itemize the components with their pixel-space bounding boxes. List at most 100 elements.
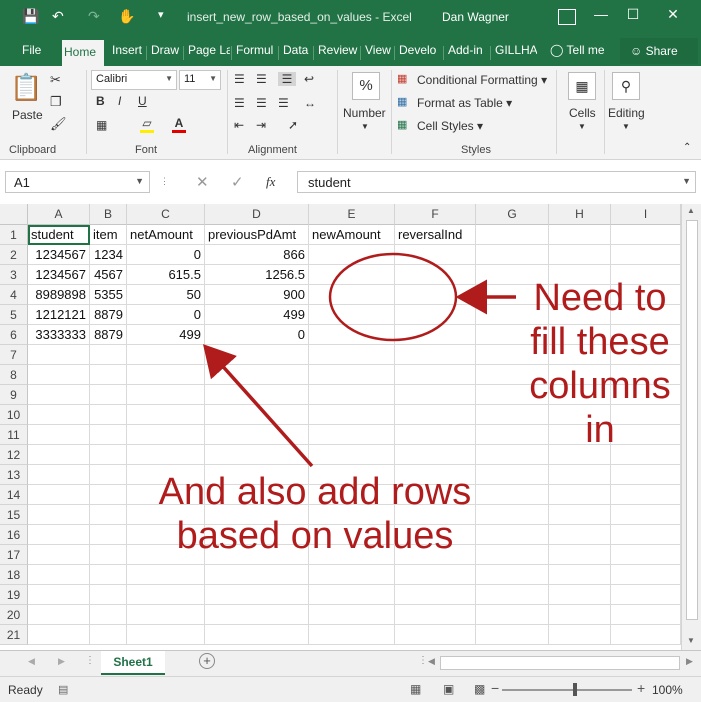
number-button[interactable]: Number — [343, 106, 386, 120]
page-break-view-icon[interactable]: ▩ — [474, 682, 485, 696]
cell-d13[interactable] — [205, 465, 309, 485]
cell-c13[interactable] — [127, 465, 205, 485]
chevron-down-icon[interactable]: ▼ — [165, 74, 173, 83]
cell-e15[interactable] — [309, 505, 395, 525]
cell-i8[interactable] — [611, 365, 681, 385]
cell-c11[interactable] — [127, 425, 205, 445]
cell-h11[interactable] — [549, 425, 611, 445]
row-header-16[interactable]: 16 — [0, 525, 28, 545]
expand-formula-bar-icon[interactable]: ▼ — [682, 176, 691, 186]
cell-e16[interactable] — [309, 525, 395, 545]
cell-h14[interactable] — [549, 485, 611, 505]
scroll-down-icon[interactable]: ▼ — [687, 636, 695, 645]
cell-h1[interactable] — [549, 225, 611, 245]
wrap-text-icon[interactable]: ↩ — [304, 72, 314, 86]
cell-h5[interactable] — [549, 305, 611, 325]
cell-a16[interactable] — [28, 525, 90, 545]
chevron-down-icon[interactable]: ▼ — [578, 122, 586, 131]
worksheet-grid[interactable]: ABCDEFGHI 1 2 3 4 5 6 7 8 9 10 11 12 13 14 15 16 17 18 19 2… — [0, 204, 701, 650]
cell-h7[interactable] — [549, 345, 611, 365]
cell-e7[interactable] — [309, 345, 395, 365]
cell-d9[interactable] — [205, 385, 309, 405]
row-header-18[interactable]: 18 — [0, 565, 28, 585]
cell-f5[interactable] — [395, 305, 476, 325]
cell-f16[interactable] — [395, 525, 476, 545]
number-format-icon[interactable]: % — [352, 72, 380, 100]
cell-a21[interactable] — [28, 625, 90, 645]
sheet-tab-sheet1[interactable]: Sheet1 — [101, 651, 165, 675]
column-header-a[interactable]: A — [28, 204, 90, 225]
cell-styles-icon[interactable]: ▦ — [397, 118, 407, 131]
row-header-20[interactable]: 20 — [0, 605, 28, 625]
chevron-down-icon[interactable]: ▼ — [622, 122, 630, 131]
maximize-icon[interactable]: ☐ — [622, 6, 644, 26]
scroll-up-icon[interactable]: ▲ — [687, 206, 695, 215]
font-color-icon[interactable]: A — [172, 116, 186, 133]
align-left-icon[interactable]: ☰ — [234, 96, 245, 110]
name-box[interactable]: A1 ▼ — [5, 171, 150, 193]
save-icon[interactable]: 💾 — [22, 8, 39, 25]
cell-g4[interactable] — [476, 285, 549, 305]
cell-i12[interactable] — [611, 445, 681, 465]
cell-g13[interactable] — [476, 465, 549, 485]
cell-b14[interactable] — [90, 485, 127, 505]
align-right-icon[interactable]: ☰ — [278, 96, 289, 110]
cell-g21[interactable] — [476, 625, 549, 645]
formula-input[interactable]: student ▼ — [297, 171, 696, 193]
paste-button[interactable]: Paste — [12, 108, 43, 122]
cell-c20[interactable] — [127, 605, 205, 625]
align-middle-icon[interactable]: ☰ — [256, 72, 267, 86]
row-header-10[interactable]: 10 — [0, 405, 28, 425]
fill-color-icon[interactable]: ▱ — [140, 116, 154, 133]
cell-h12[interactable] — [549, 445, 611, 465]
search-icon[interactable]: ⚲ — [612, 72, 640, 100]
row-header-6[interactable]: 6 — [0, 325, 28, 345]
cell-e20[interactable] — [309, 605, 395, 625]
cell-b15[interactable] — [90, 505, 127, 525]
cell-i3[interactable] — [611, 265, 681, 285]
zoom-level[interactable]: 100% — [652, 683, 683, 697]
cell-b17[interactable] — [90, 545, 127, 565]
scroll-left-icon[interactable]: ◀ — [428, 656, 435, 667]
page-layout-view-icon[interactable]: ▣ — [443, 682, 454, 696]
ribbon-display-options-icon[interactable] — [558, 9, 576, 25]
cell-d5[interactable]: 499 — [205, 305, 309, 325]
cell-h21[interactable] — [549, 625, 611, 645]
cell-b21[interactable] — [90, 625, 127, 645]
cell-c19[interactable] — [127, 585, 205, 605]
row-header-21[interactable]: 21 — [0, 625, 28, 645]
align-bottom-icon[interactable]: ☰ — [278, 72, 296, 86]
orientation-icon[interactable]: ➚ — [288, 118, 298, 132]
align-center-icon[interactable]: ☰ — [256, 96, 267, 110]
cell-a6[interactable]: 3333333 — [28, 325, 90, 345]
row-header-5[interactable]: 5 — [0, 305, 28, 325]
cell-f15[interactable] — [395, 505, 476, 525]
cell-f17[interactable] — [395, 545, 476, 565]
zoom-slider-thumb[interactable] — [573, 683, 577, 696]
tell-me-search[interactable]: ◯ Tell me — [548, 42, 607, 66]
cell-g6[interactable] — [476, 325, 549, 345]
cell-a14[interactable] — [28, 485, 90, 505]
format-as-table-button[interactable]: Format as Table ▾ — [417, 96, 512, 110]
editing-button[interactable]: Editing — [608, 106, 645, 120]
cell-h18[interactable] — [549, 565, 611, 585]
new-sheet-icon[interactable]: + — [199, 653, 215, 669]
row-header-13[interactable]: 13 — [0, 465, 28, 485]
cell-g2[interactable] — [476, 245, 549, 265]
cell-f21[interactable] — [395, 625, 476, 645]
next-sheet-icon[interactable]: ▶ — [58, 656, 65, 667]
cell-f1[interactable]: reversalInd — [395, 225, 476, 245]
cell-c15[interactable] — [127, 505, 205, 525]
cell-d10[interactable] — [205, 405, 309, 425]
align-top-icon[interactable]: ☰ — [234, 72, 245, 86]
increase-indent-icon[interactable]: ⇥ — [256, 118, 266, 132]
row-header-9[interactable]: 9 — [0, 385, 28, 405]
cell-a11[interactable] — [28, 425, 90, 445]
cell-f12[interactable] — [395, 445, 476, 465]
cell-i2[interactable] — [611, 245, 681, 265]
undo-icon[interactable]: ↶ — [52, 8, 64, 25]
cell-g16[interactable] — [476, 525, 549, 545]
cell-d2[interactable]: 866 — [205, 245, 309, 265]
cell-d20[interactable] — [205, 605, 309, 625]
cell-g10[interactable] — [476, 405, 549, 425]
